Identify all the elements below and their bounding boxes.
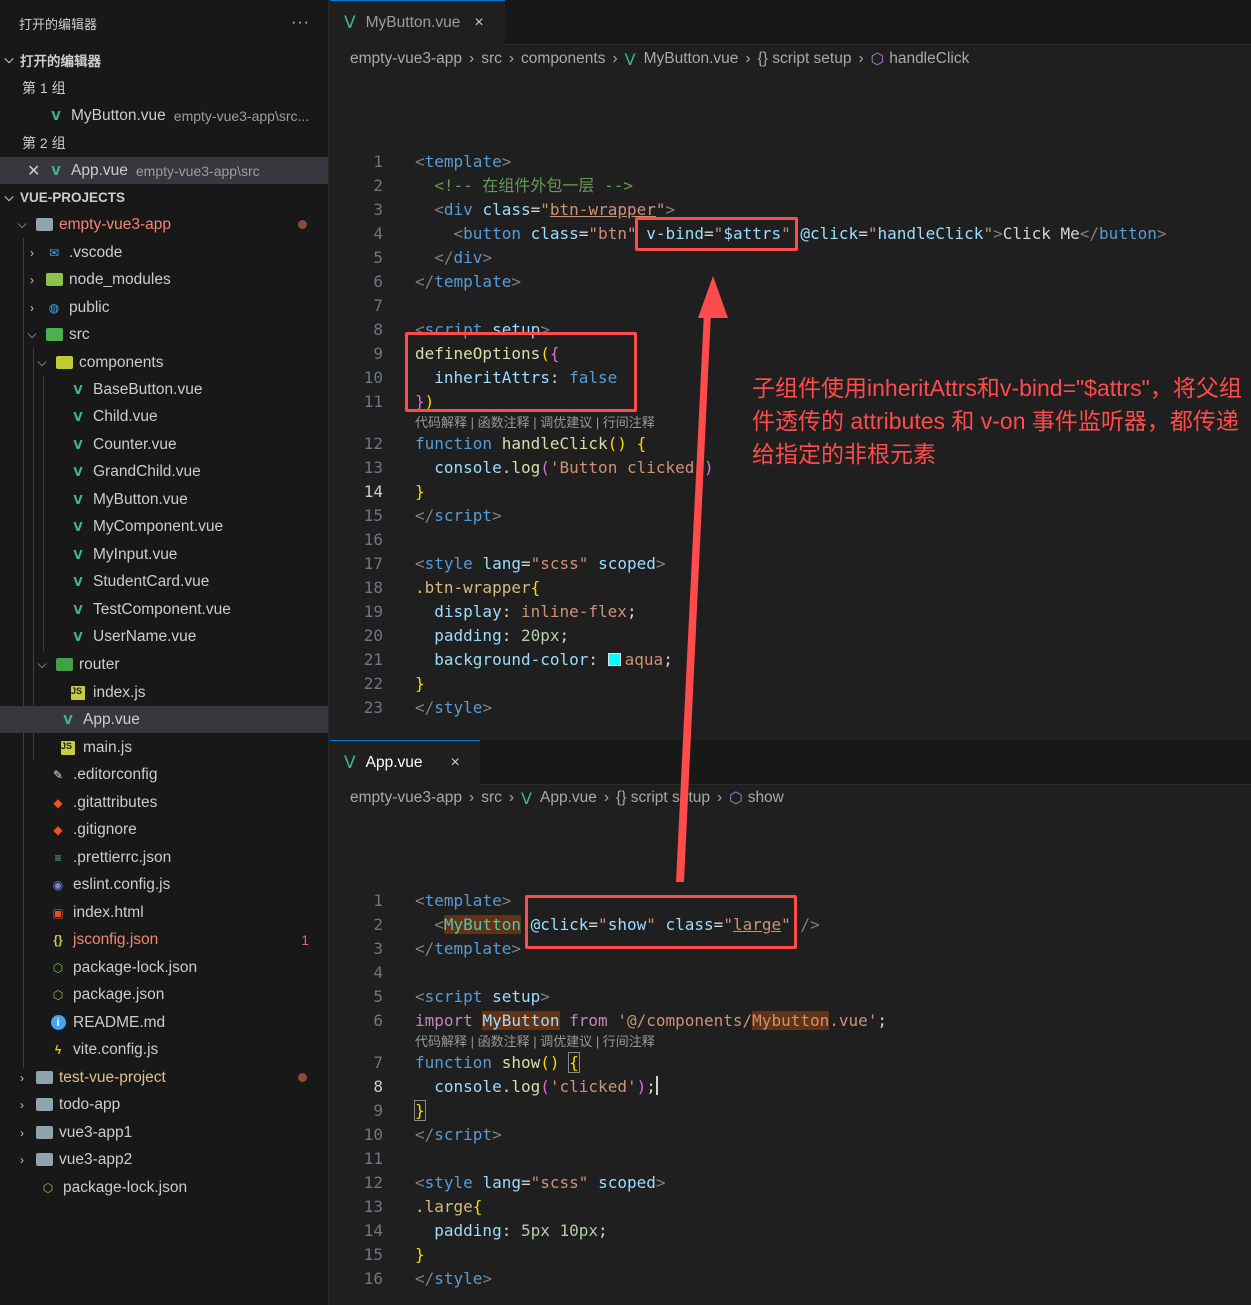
annotation-arrow [676,276,728,882]
annotation-note: 子组件使用inheritAttrs和v-bind="$attrs"，将父组件透传… [752,375,1242,467]
